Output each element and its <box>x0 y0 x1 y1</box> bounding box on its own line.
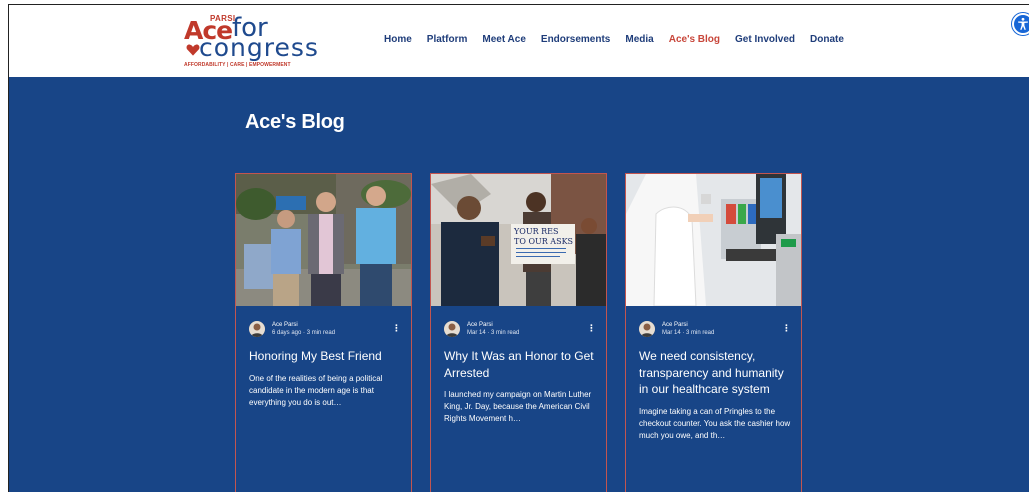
sign-text: YOUR RES <box>513 227 559 236</box>
heart-icon <box>186 44 200 56</box>
post-date: Mar 14 · 3 min read <box>467 330 520 336</box>
author-name[interactable]: Ace Parsi <box>467 322 493 328</box>
post-excerpt: One of the realities of being a politica… <box>249 374 383 407</box>
more-options-icon[interactable]: ⋮ <box>782 323 791 334</box>
site-header: PARSI Ace for congress AFFORDABILITY | C… <box>9 5 1029 77</box>
nav-meet-ace[interactable]: Meet Ace <box>482 34 526 45</box>
post-title[interactable]: Why It Was an Honor to Get Arrested <box>444 348 599 381</box>
browser-frame: PARSI Ace for congress AFFORDABILITY | C… <box>8 4 1029 492</box>
nav-media[interactable]: Media <box>625 34 653 45</box>
post-meta: Ace Parsi 6 days ago · 3 min read ⋮ <box>249 321 401 341</box>
more-options-icon[interactable]: ⋮ <box>587 323 596 334</box>
nav-donate[interactable]: Donate <box>810 34 844 45</box>
nav-aces-blog[interactable]: Ace's Blog <box>669 34 720 45</box>
nav-get-involved[interactable]: Get Involved <box>735 34 795 45</box>
author-avatar[interactable] <box>444 321 460 337</box>
logo-tagline: AFFORDABILITY | CARE | EMPOWERMENT <box>184 62 291 68</box>
nav-platform[interactable]: Platform <box>427 34 468 45</box>
blog-post-card[interactable]: Ace Parsi Mar 14 · 3 min read ⋮ We need … <box>625 173 802 492</box>
post-image[interactable] <box>236 174 411 306</box>
post-title[interactable]: We need consistency, transparency and hu… <box>639 348 794 398</box>
logo-congress: congress <box>199 33 319 62</box>
post-image[interactable]: YOUR RES TO OUR ASKS <box>431 174 606 306</box>
author-avatar[interactable] <box>639 321 655 337</box>
accessibility-button[interactable] <box>1012 13 1029 35</box>
more-options-icon[interactable]: ⋮ <box>392 323 401 334</box>
author-name[interactable]: Ace Parsi <box>662 322 688 328</box>
blog-post-card[interactable]: YOUR RES TO OUR ASKS Ace Parsi Mar 14 · … <box>430 173 607 492</box>
post-excerpt: Imagine taking a can of Pringles to the … <box>639 407 791 440</box>
blog-section: Ace's Blog Ace Parsi 6 days ago · 3 min … <box>9 77 1029 492</box>
post-image[interactable] <box>626 174 801 306</box>
post-meta: Ace Parsi Mar 14 · 3 min read ⋮ <box>444 321 596 341</box>
page-title: Ace's Blog <box>245 111 345 133</box>
author-name[interactable]: Ace Parsi <box>272 322 298 328</box>
post-date: 6 days ago · 3 min read <box>272 330 336 336</box>
author-avatar[interactable] <box>249 321 265 337</box>
nav-endorsements[interactable]: Endorsements <box>541 34 610 45</box>
post-meta: Ace Parsi Mar 14 · 3 min read ⋮ <box>639 321 791 341</box>
nav-home[interactable]: Home <box>384 34 412 45</box>
blog-post-card[interactable]: Ace Parsi 6 days ago · 3 min read ⋮ Hono… <box>235 173 412 492</box>
svg-text:TO OUR ASKS: TO OUR ASKS <box>514 237 573 246</box>
post-excerpt: I launched my campaign on Martin Luther … <box>444 390 592 423</box>
main-nav: Home Platform Meet Ace Endorsements Medi… <box>384 34 859 45</box>
post-date: Mar 14 · 3 min read <box>662 330 715 336</box>
accessibility-icon <box>1018 17 1028 30</box>
post-title[interactable]: Honoring My Best Friend <box>249 348 404 365</box>
site-logo[interactable]: PARSI Ace for congress AFFORDABILITY | C… <box>184 13 319 71</box>
